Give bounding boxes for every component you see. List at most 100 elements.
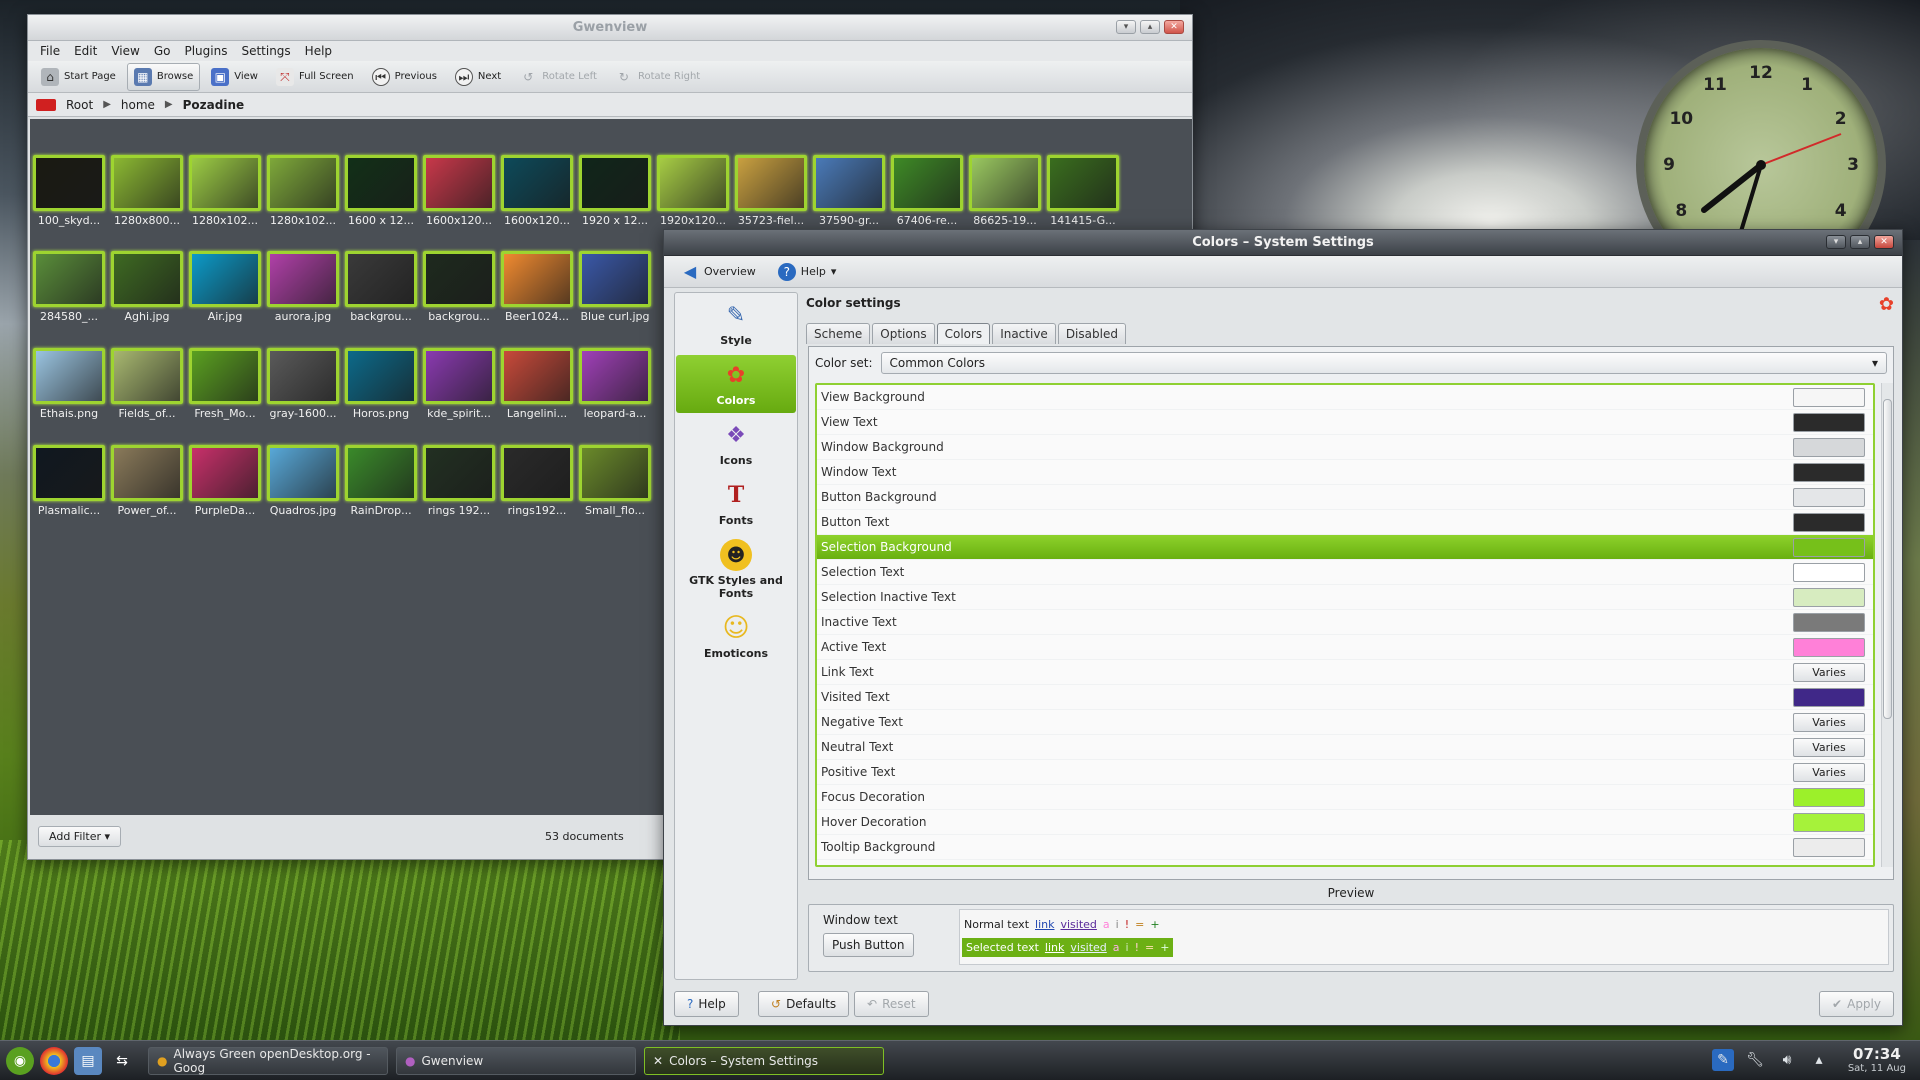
thumbnail-item[interactable]: kde_spirit... (423, 348, 495, 420)
sidebar-item-style[interactable]: ✎ Style (676, 295, 796, 353)
task-system-settings[interactable]: ✕ Colors – System Settings (644, 1047, 884, 1075)
thumbnail-item[interactable]: Fields_of... (111, 348, 183, 420)
color-swatch-button[interactable] (1793, 387, 1865, 407)
color-swatch-button[interactable]: Varies (1793, 737, 1865, 757)
color-row[interactable]: Window Text (817, 460, 1873, 485)
thumbnail-item[interactable]: 1920 x 12... (579, 155, 651, 227)
minimize-button[interactable]: ▾ (1116, 20, 1136, 34)
full-screen-button[interactable]: ⤧ Full Screen (269, 63, 361, 91)
thumbnail-item[interactable]: Ethais.png (33, 348, 105, 420)
minimize-button[interactable]: ▾ (1826, 235, 1846, 249)
color-swatch-button[interactable] (1793, 812, 1865, 832)
sidebar-item-colors[interactable]: ✿ Colors (676, 355, 796, 413)
thumbnail-item[interactable]: Blue curl.jpg (579, 251, 651, 323)
thumbnail-item[interactable]: rings192... (501, 445, 573, 517)
menu-edit[interactable]: Edit (68, 42, 103, 60)
color-row[interactable]: Selection Background (817, 535, 1873, 560)
preview-push-button[interactable]: Push Button (823, 933, 914, 957)
thumbnail-item[interactable]: Langelini... (501, 348, 573, 420)
thumbnail-item[interactable]: 1600x120... (501, 155, 573, 227)
color-row[interactable]: Neutral Text Varies (817, 735, 1873, 760)
add-filter-button[interactable]: Add Filter ▾ (38, 825, 122, 847)
defaults-button[interactable]: ↺ Defaults (758, 991, 850, 1017)
thumbnail-item[interactable]: 1280x102... (189, 155, 261, 227)
settings-titlebar[interactable]: Colors – System Settings ▾ ▴ ✕ (664, 230, 1902, 256)
gwenview-titlebar[interactable]: Gwenview ▾ ▴ ✕ (28, 15, 1192, 41)
color-swatch-button[interactable] (1793, 562, 1865, 582)
file-manager-icon[interactable]: ▤ (74, 1046, 102, 1075)
menu-help[interactable]: Help (299, 42, 338, 60)
color-row[interactable]: Button Background (817, 485, 1873, 510)
help-menu-button[interactable]: ? Help ▾ (771, 258, 844, 286)
tab-inactive[interactable]: Inactive (992, 323, 1056, 344)
color-swatch-button[interactable] (1793, 437, 1865, 457)
color-swatch-button[interactable] (1793, 512, 1865, 532)
color-row[interactable]: Visited Text (817, 685, 1873, 710)
color-swatch-button[interactable] (1793, 587, 1865, 607)
tab-colors[interactable]: Colors (936, 323, 991, 344)
thumbnail-item[interactable]: Horos.png (345, 348, 417, 420)
thumbnail-item[interactable]: 67406-re... (891, 155, 963, 227)
color-row[interactable]: Selection Text (817, 560, 1873, 585)
menu-settings[interactable]: Settings (235, 42, 296, 60)
thumbnail-item[interactable]: 1600 x 12... (345, 155, 417, 227)
menu-view[interactable]: View (105, 42, 145, 60)
thumbnail-item[interactable]: gray-1600... (267, 348, 339, 420)
color-row[interactable]: Link Text Varies (817, 660, 1873, 685)
tab-scheme[interactable]: Scheme (806, 323, 871, 344)
menu-go[interactable]: Go (148, 42, 177, 60)
color-row[interactable]: Window Background (817, 435, 1873, 460)
color-row[interactable]: Positive Text Varies (817, 760, 1873, 785)
sidebar-item-icons[interactable]: ❖ Icons (676, 415, 796, 473)
color-swatch-button[interactable] (1793, 787, 1865, 807)
thumbnail-item[interactable]: 1920x120... (657, 155, 729, 227)
thumbnail-item[interactable]: backgrou... (345, 251, 417, 323)
color-row[interactable]: Selection Inactive Text (817, 585, 1873, 610)
color-row[interactable]: View Text (817, 410, 1873, 435)
tab-options[interactable]: Options (872, 323, 935, 344)
thumbnail-item[interactable]: 1600x120... (423, 155, 495, 227)
rotate-left-button[interactable]: ↺ Rotate Left (512, 63, 604, 91)
application-launcher-icon[interactable]: ◉ (6, 1046, 34, 1075)
previous-button[interactable]: ⏮ Previous (365, 63, 444, 91)
thumbnail-item[interactable]: Fresh_Mo... (189, 348, 261, 420)
thumbnail-item[interactable]: Plasmalic... (33, 445, 105, 517)
color-row[interactable]: Button Text (817, 510, 1873, 535)
scrollbar-thumb[interactable] (1883, 399, 1892, 719)
tab-disabled[interactable]: Disabled (1057, 323, 1126, 344)
color-swatch-button[interactable] (1793, 487, 1865, 507)
thumbnail-item[interactable]: 141415-G... (1047, 155, 1119, 227)
thumbnail-item[interactable]: 37590-gr... (813, 155, 885, 227)
color-swatch-button[interactable] (1793, 612, 1865, 632)
color-swatch-button[interactable] (1793, 462, 1865, 482)
sidebar-item-fonts[interactable]: T Fonts (676, 475, 796, 533)
thumbnail-item[interactable]: 35723-fiel... (735, 155, 807, 227)
color-swatch-button[interactable]: Varies (1793, 662, 1865, 682)
notes-icon[interactable]: ✎ (1712, 1049, 1734, 1071)
color-swatch-button[interactable] (1793, 837, 1865, 857)
thumbnail-item[interactable]: Air.jpg (189, 251, 261, 323)
color-swatch-button[interactable] (1793, 412, 1865, 432)
browse-button[interactable]: ▦ Browse (126, 62, 201, 91)
color-row[interactable]: Inactive Text (817, 610, 1873, 635)
menu-file[interactable]: File (34, 42, 66, 60)
color-row[interactable]: Active Text (817, 635, 1873, 660)
thumbnail-item[interactable]: 86625-19... (969, 155, 1041, 227)
next-button[interactable]: ⏭ Next (448, 63, 508, 91)
network-icon[interactable]: ⇆ (108, 1047, 136, 1075)
reset-button[interactable]: ↶ Reset (854, 991, 929, 1017)
volume-icon[interactable]: 🔊︎ (1776, 1049, 1798, 1071)
close-button[interactable]: ✕ (1874, 235, 1894, 249)
chevron-up-icon[interactable]: ▴ (1808, 1049, 1830, 1071)
thumbnail-item[interactable]: Small_flo... (579, 445, 651, 517)
color-swatch-button[interactable]: Varies (1793, 712, 1865, 732)
color-list-scrollbar[interactable] (1881, 383, 1893, 867)
thumbnail-item[interactable]: 1280x800... (111, 155, 183, 227)
thumbnail-item[interactable]: RainDrop... (345, 445, 417, 517)
chrome-icon[interactable] (40, 1046, 68, 1075)
color-swatch-button[interactable]: Varies (1793, 762, 1865, 782)
thumbnail-item[interactable]: Aghi.jpg (111, 251, 183, 323)
apply-button[interactable]: ✔ Apply (1819, 991, 1894, 1017)
wrench-icon[interactable]: 🔧︎ (1744, 1049, 1766, 1071)
thumbnail-item[interactable]: Quadros.jpg (267, 445, 339, 517)
